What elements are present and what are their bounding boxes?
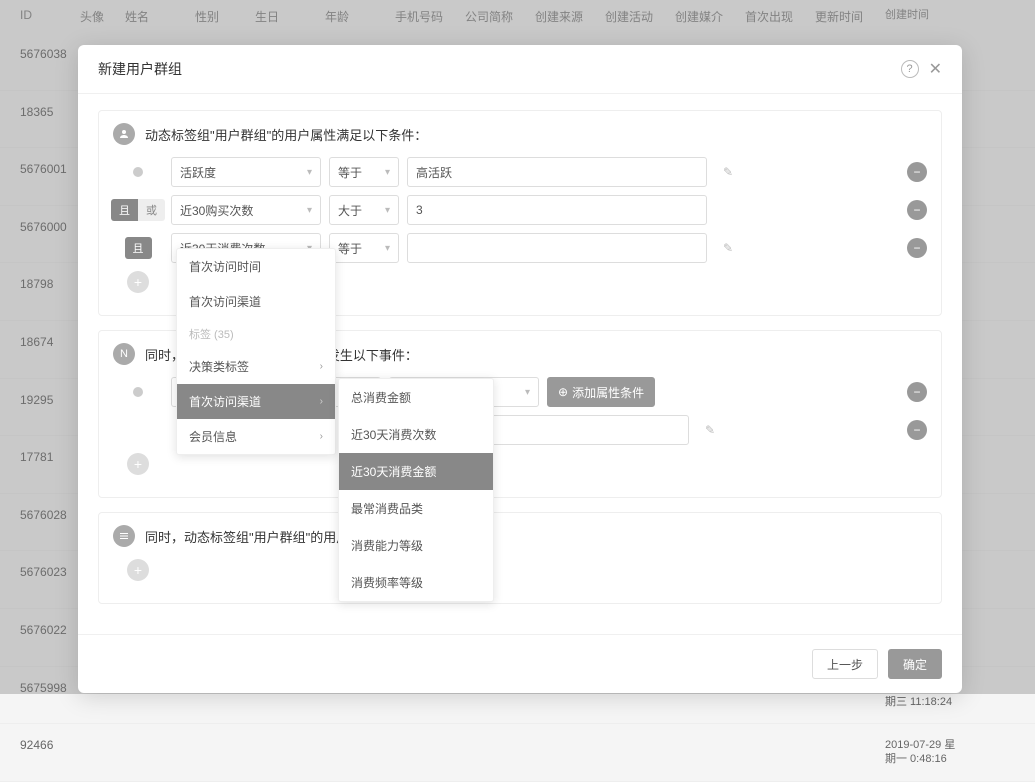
remove-rule-icon[interactable]: − (907, 382, 927, 402)
chevron-down-icon: ▾ (385, 243, 390, 254)
dd-item-first-visit-channel[interactable]: 首次访问渠道 (177, 284, 335, 319)
prev-step-button[interactable]: 上一步 (812, 649, 878, 679)
logic-dot (133, 387, 143, 397)
dd2-item-30d-count[interactable]: 近30天消费次数 (339, 416, 493, 453)
add-user-rule-row: + (113, 559, 927, 581)
chevron-down-icon: ▾ (307, 205, 312, 216)
modal-footer: 上一步 确定 (78, 634, 962, 693)
dd-item-decision-tags[interactable]: 决策类标签› (177, 349, 335, 384)
section-user-conditions: 同时，动态标签组"用户群组"的用户 + (98, 512, 942, 604)
op-select-2[interactable]: 大于▾ (329, 195, 399, 225)
remove-rule-icon[interactable]: − (907, 200, 927, 220)
logic-and[interactable]: 且 (125, 237, 152, 259)
chevron-down-icon: ▾ (385, 205, 390, 216)
dd2-item-30d-amount[interactable]: 近30天消费金额 (339, 453, 493, 490)
attribute-dropdown[interactable]: 首次访问时间 首次访问渠道 标签 (35) 决策类标签› 首次访问渠道› 会员信… (176, 248, 336, 455)
attr-select-2[interactable]: 近30购买次数▾ (171, 195, 321, 225)
dd2-item-spend-level[interactable]: 消费能力等级 (339, 527, 493, 564)
sub-attribute-dropdown[interactable]: 总消费金额 近30天消费次数 近30天消费金额 最常消费品类 消费能力等级 消费… (338, 378, 494, 602)
add-event-row: + (113, 453, 927, 475)
logic-toggle[interactable]: 且 或 (111, 199, 165, 221)
rule-row-2: 且 或 近30购买次数▾ 大于▾ − (113, 195, 927, 225)
logic-or[interactable]: 或 (138, 199, 165, 221)
edit-icon[interactable]: ✎ (697, 417, 723, 443)
dd2-item-freq-level[interactable]: 消费频率等级 (339, 564, 493, 601)
close-icon[interactable]: ✕ (929, 59, 942, 79)
op-select-3[interactable]: 等于▾ (329, 233, 399, 263)
value-input-3[interactable] (407, 233, 707, 263)
table-row[interactable]: 924662019-07-29 星期一 0:48:16 (0, 724, 1035, 782)
chevron-down-icon: ▾ (385, 167, 390, 178)
chevron-right-icon: › (320, 396, 323, 407)
rules-area-3: + (99, 559, 941, 603)
dd-item-first-channel-selected[interactable]: 首次访问渠道› (177, 384, 335, 419)
add-rule-icon[interactable]: + (127, 271, 149, 293)
dd-item-member-info[interactable]: 会员信息› (177, 419, 335, 454)
edit-icon[interactable]: ✎ (715, 235, 741, 261)
modal-header: 新建用户群组 ? ✕ (78, 45, 962, 94)
value-input-2[interactable] (407, 195, 707, 225)
dd-item-first-visit-time[interactable]: 首次访问时间 (177, 249, 335, 284)
dd2-item-top-category[interactable]: 最常消费品类 (339, 490, 493, 527)
section-icon-list (113, 525, 135, 547)
add-rule-icon[interactable]: + (127, 559, 149, 581)
dd2-item-total-spend[interactable]: 总消费金额 (339, 379, 493, 416)
section3-title: 同时，动态标签组"用户群组"的用户 (145, 527, 349, 546)
add-rule-icon[interactable]: + (127, 453, 149, 475)
remove-rule-icon[interactable]: − (907, 420, 927, 440)
logic-toggle-2[interactable]: 且 (125, 237, 152, 259)
rule-row-1: 活跃度▾ 等于▾ ✎ − (113, 157, 927, 187)
value-input-1[interactable] (407, 157, 707, 187)
help-icon[interactable]: ? (901, 60, 919, 78)
remove-rule-icon[interactable]: − (907, 238, 927, 258)
chevron-right-icon: › (320, 361, 323, 372)
chevron-down-icon: ▾ (307, 167, 312, 178)
logic-dot (133, 167, 143, 177)
attr-select-1[interactable]: 活跃度▾ (171, 157, 321, 187)
dd-group-tags: 标签 (35) (177, 319, 335, 349)
remove-rule-icon[interactable]: − (907, 162, 927, 182)
confirm-button[interactable]: 确定 (888, 649, 942, 679)
edit-icon[interactable]: ✎ (715, 159, 741, 185)
section1-title: 动态标签组"用户群组"的用户属性满足以下条件： (145, 125, 427, 144)
op-select-1[interactable]: 等于▾ (329, 157, 399, 187)
chevron-down-icon: ▾ (525, 387, 530, 398)
section-icon-attributes (113, 123, 135, 145)
add-attribute-condition-button[interactable]: ⊕添加属性条件 (547, 377, 655, 407)
chevron-right-icon: › (320, 431, 323, 442)
logic-and[interactable]: 且 (111, 199, 138, 221)
modal-title: 新建用户群组 (98, 59, 182, 79)
section-icon-events: N (113, 343, 135, 365)
